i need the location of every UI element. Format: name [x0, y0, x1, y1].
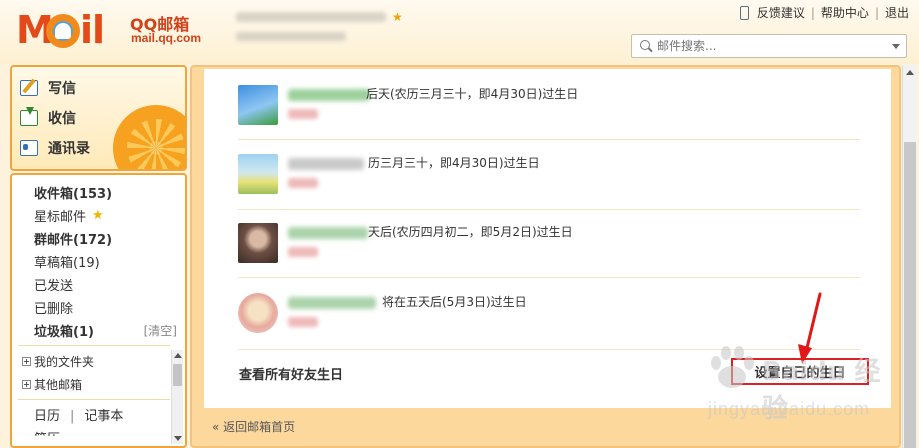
friend-avatar[interactable] — [238, 85, 278, 125]
sidebar-scrollbar[interactable] — [171, 350, 183, 444]
divider — [18, 345, 170, 346]
scroll-down-icon[interactable] — [174, 436, 182, 441]
resume-link[interactable]: 简历 — [34, 428, 60, 436]
scroll-thumb[interactable] — [173, 364, 182, 386]
folder-group-mail[interactable]: 群邮件(172) — [34, 229, 112, 248]
separator: | — [810, 5, 815, 20]
contacts-label: 通讯录 — [48, 141, 90, 157]
search-icon — [640, 39, 653, 53]
row-divider — [238, 139, 860, 140]
birthday-row[interactable]: 天后(农历四月初二，即5月2日)过生日 — [238, 223, 858, 283]
receive-download-icon — [20, 107, 38, 126]
contacts-card-icon — [20, 140, 38, 156]
sidebar: 写信 收信 通讯录 收件箱(153) 星标邮件 ★ 群邮件(172) 草稿箱(19… — [10, 65, 187, 448]
folder-starred[interactable]: 星标邮件 ★ — [34, 206, 104, 225]
view-all-birthdays-link[interactable]: 查看所有好友生日 — [239, 364, 343, 383]
brand-url: mail.qq.com — [131, 31, 202, 45]
birthday-row[interactable]: 后天(农历三月三十，即4月30日)过生日 — [238, 85, 858, 145]
main-scrollbar[interactable] — [902, 65, 917, 448]
qq-mail-logo[interactable]: M il — [16, 8, 126, 52]
calendar-link[interactable]: 日历 — [34, 409, 60, 424]
birthday-text: 天后(农历四月初二，即5月2日)过生日 — [368, 225, 573, 239]
notepad-link[interactable]: 记事本 — [84, 409, 123, 424]
folder-inbox[interactable]: 收件箱(153) — [34, 183, 112, 202]
star-icon: ★ — [92, 208, 104, 223]
receive-label: 收信 — [48, 111, 76, 127]
friend-name-redacted — [288, 89, 370, 101]
tree-label: 其他邮箱 — [34, 378, 83, 392]
scroll-up-icon[interactable] — [906, 70, 914, 75]
tree-my-folders[interactable]: 我的文件夹 — [22, 353, 94, 370]
quick-actions-panel: 写信 收信 通讯录 — [10, 65, 187, 171]
send-greeting-redacted[interactable] — [288, 109, 318, 119]
logout-link[interactable]: 退出 — [885, 4, 909, 21]
friend-name-redacted — [288, 158, 364, 170]
friend-avatar[interactable] — [238, 154, 278, 194]
logo-bell-icon — [46, 14, 80, 48]
header: M il QQ邮箱 mail.qq.com ★ 反馈建议 | 帮助中心 | 退出 — [0, 0, 919, 64]
divider — [18, 399, 170, 400]
folder-label: 群邮件(172) — [34, 233, 113, 248]
top-links: 反馈建议 | 帮助中心 | 退出 — [739, 4, 909, 21]
search-input[interactable] — [657, 39, 887, 53]
scroll-thumb[interactable] — [904, 142, 916, 448]
mail-search-box[interactable] — [631, 34, 907, 58]
help-center-link[interactable]: 帮助中心 — [821, 4, 869, 21]
baidu-jingyan-watermark: Baidu 经验 jingyan.baidu.com — [700, 343, 900, 424]
folder-label: 已发送 — [34, 279, 74, 294]
friend-name-redacted — [288, 227, 368, 239]
baidu-paw-icon — [711, 346, 754, 388]
friend-avatar[interactable] — [238, 293, 278, 333]
chevron-down-icon[interactable] — [892, 44, 900, 49]
watermark-url: jingyan.baidu.com — [708, 399, 871, 419]
friend-avatar[interactable] — [238, 223, 278, 263]
compose-pen-icon — [20, 80, 38, 96]
birthday-text: 将在五天后(5月3日)过生日 — [382, 295, 527, 309]
clear-spam-link[interactable]: [清空] — [144, 322, 177, 339]
friend-name-redacted — [288, 297, 376, 309]
separator: | — [874, 5, 879, 20]
phone-icon[interactable] — [739, 5, 749, 20]
user-email-redacted — [236, 12, 386, 22]
receive-button[interactable]: 收信 — [20, 105, 140, 131]
tools-links: 日历 | 记事本 — [34, 405, 123, 424]
folder-panel: 收件箱(153) 星标邮件 ★ 群邮件(172) 草稿箱(19) 已发送 已删除 … — [10, 173, 187, 448]
scroll-up-icon[interactable] — [174, 353, 182, 358]
compose-button[interactable]: 写信 — [20, 75, 140, 101]
folder-drafts[interactable]: 草稿箱(19) — [34, 252, 100, 271]
folder-label: 收件箱(153) — [34, 187, 113, 202]
folder-sent[interactable]: 已发送 — [34, 275, 73, 294]
birthday-text: 历三月三十，即4月30日)过生日 — [368, 156, 540, 170]
feedback-link[interactable]: 反馈建议 — [757, 4, 805, 21]
expand-plus-icon[interactable] — [22, 380, 31, 389]
back-to-inbox-link[interactable]: « 返回邮箱首页 — [212, 418, 295, 435]
folder-label: 星标邮件 — [34, 210, 87, 225]
account-links-redacted — [236, 32, 346, 41]
birthday-row[interactable]: 历三月三十，即4月30日)过生日 — [238, 154, 858, 214]
folder-label: 垃圾箱(1) — [34, 325, 94, 340]
birthday-text: 后天(农历三月三十，即4月30日)过生日 — [366, 87, 579, 101]
expand-plus-icon[interactable] — [22, 357, 31, 366]
tree-other-mailboxes[interactable]: 其他邮箱 — [22, 376, 82, 393]
tree-label: 我的文件夹 — [34, 355, 95, 369]
folder-label: 已删除 — [34, 302, 74, 317]
send-greeting-redacted[interactable] — [288, 178, 318, 188]
star-icon: ★ — [392, 10, 403, 24]
contacts-button[interactable]: 通讯录 — [20, 135, 140, 161]
compose-label: 写信 — [48, 81, 76, 97]
row-divider — [238, 277, 860, 278]
logo-letters-il: il — [80, 8, 105, 52]
send-greeting-redacted[interactable] — [288, 317, 318, 327]
row-divider — [238, 209, 860, 210]
folder-label: 草稿箱(19) — [34, 256, 100, 271]
folder-spam[interactable]: 垃圾箱(1) — [34, 321, 94, 340]
folder-deleted[interactable]: 已删除 — [34, 298, 73, 317]
send-greeting-redacted[interactable] — [288, 247, 318, 257]
separator: | — [70, 409, 75, 424]
